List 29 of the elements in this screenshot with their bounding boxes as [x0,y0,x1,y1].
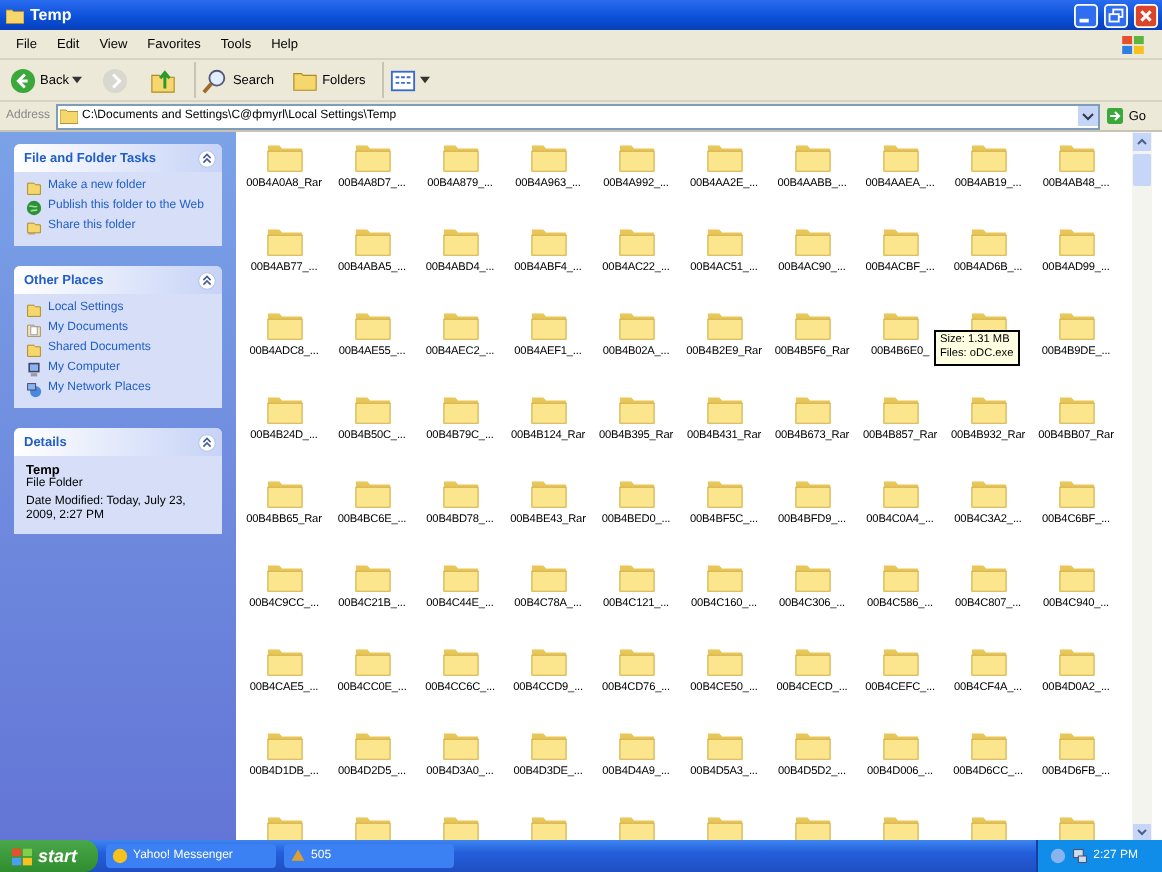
caret-icon[interactable] [72,76,83,84]
window-title: Temp [30,6,72,24]
network-icon[interactable] [26,382,42,398]
dropdown-button[interactable] [1078,106,1099,126]
views-icon[interactable] [389,67,416,93]
back-arrow-icon[interactable] [10,67,36,93]
folder-icon [6,7,24,23]
computer-icon[interactable] [26,362,42,378]
windows-logo-icon [1122,35,1144,53]
documents-icon[interactable] [26,322,42,338]
start-button[interactable]: start [0,840,98,872]
restore-button[interactable] [1104,3,1128,27]
search-icon[interactable] [202,67,229,93]
collapse-icon[interactable] [198,433,216,451]
go-arrow-icon[interactable] [1106,108,1125,124]
network-icon[interactable] [1071,848,1088,864]
forward-button[interactable] [102,67,129,93]
scrollbar-drawing[interactable] [1132,132,1152,840]
minimize-button[interactable] [1074,3,1098,27]
folder-icon [60,108,79,124]
folder-up-icon[interactable] [150,67,177,93]
caret-icon[interactable] [419,76,430,84]
shared-folder-icon[interactable] [26,220,42,236]
collapse-icon[interactable] [198,271,216,289]
windows-logo-icon[interactable] [12,847,32,865]
globe-icon[interactable] [26,200,42,216]
app-icon[interactable] [289,848,306,864]
collapse-icon[interactable] [198,149,216,167]
close-button[interactable] [1134,3,1158,27]
